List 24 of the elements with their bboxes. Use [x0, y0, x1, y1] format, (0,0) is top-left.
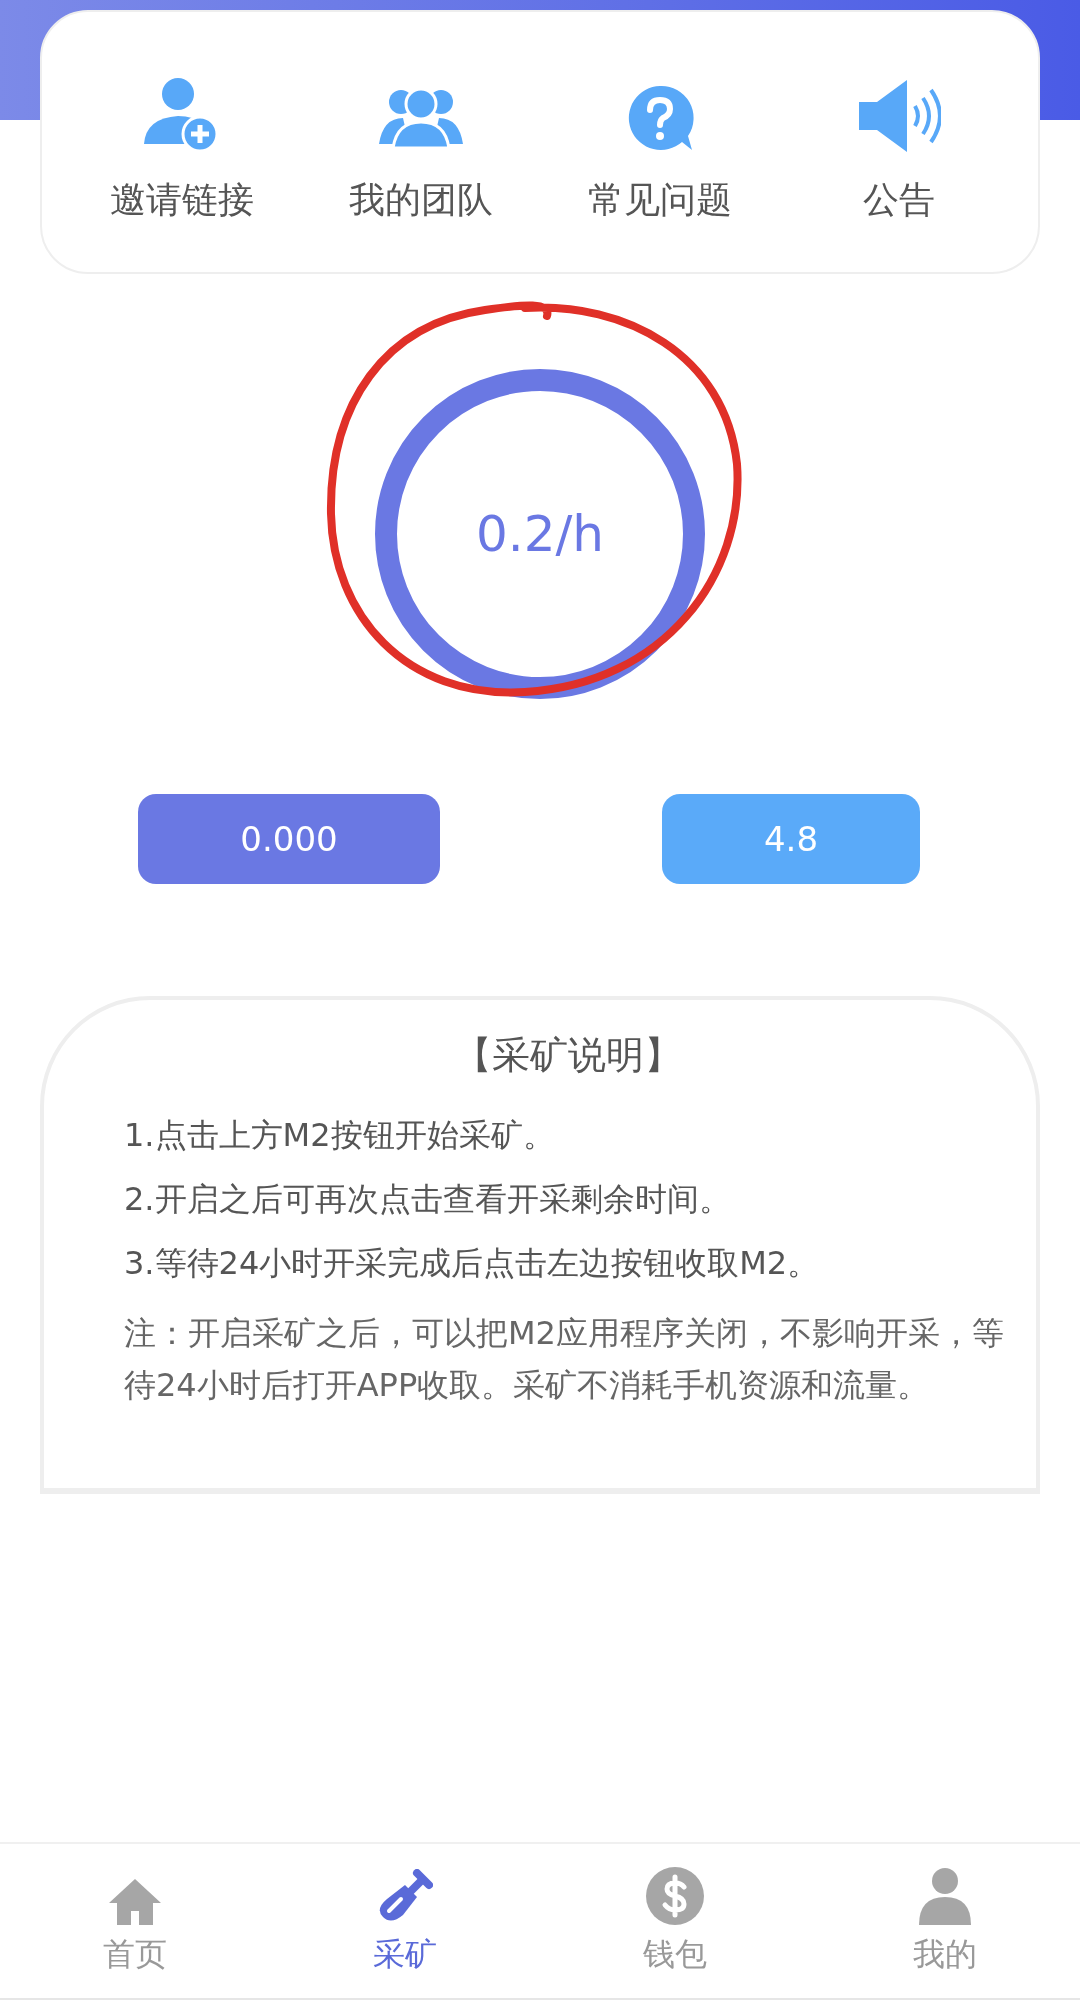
tab-item[interactable]: 我的 — [810, 1844, 1080, 1998]
shortcut-button[interactable]: 常见问题 — [540, 12, 779, 272]
shortcut-label: 我的团队 — [348, 178, 493, 222]
shortcut-button[interactable]: 邀请链接 — [62, 12, 301, 272]
mining-rate-button[interactable]: 0.2/h — [375, 369, 705, 699]
shortcut-button[interactable]: 公告 — [779, 12, 1018, 272]
amount-button[interactable]: 0.000 — [138, 794, 440, 884]
shortcut-label: 公告 — [862, 178, 935, 222]
amount-button[interactable]: 4.8 — [662, 794, 920, 884]
shortcut-label: 常见问题 — [587, 178, 732, 222]
home-icon — [107, 1877, 163, 1925]
shortcut-label: 邀请链接 — [109, 178, 254, 222]
shortcut-button[interactable]: 我的团队 — [301, 12, 540, 272]
tab-item[interactable]: 采矿 — [270, 1844, 540, 1998]
instructions-title: 【采矿说明】 — [453, 1032, 683, 1079]
instruction-step: 2.开启之后可再次点击查看开采剩余时间。 — [124, 1167, 1012, 1231]
person-icon — [917, 1867, 973, 1925]
instruction-step: 1.点击上方M2按钮开始采矿。 — [124, 1103, 1012, 1167]
speaker-icon — [856, 78, 941, 154]
tab-item[interactable]: 钱包 — [540, 1844, 810, 1998]
tab-item[interactable]: 首页 — [0, 1844, 270, 1998]
instruction-step: 3.等待24小时开采完成后点击左边按钮收取M2。 — [124, 1231, 1012, 1295]
instruction-note: 注：开启采矿之后，可以把M2应用程序关闭，不影响开采，等待24小时后打开APP收取。采矿不消耗手机资源和流量。 — [124, 1313, 1005, 1406]
dollar-coin-icon — [646, 1867, 704, 1925]
